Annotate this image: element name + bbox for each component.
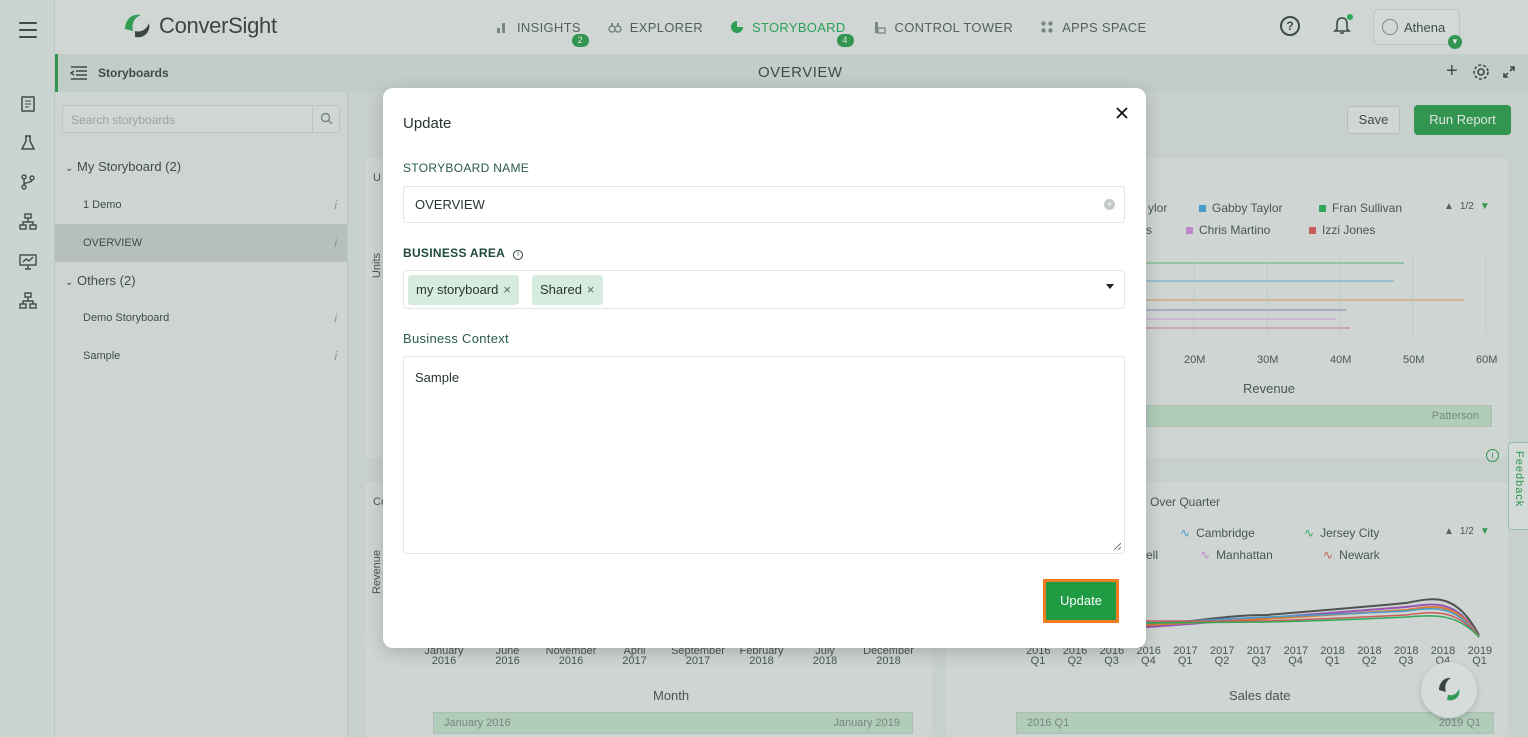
update-storyboard-dialog: Update STORYBOARD NAME OVERVIEW × BUSINE… — [383, 88, 1146, 648]
dropdown-caret-icon[interactable] — [1106, 284, 1114, 289]
resize-handle-icon[interactable] — [1113, 542, 1121, 550]
business-context-textarea[interactable]: Sample — [403, 356, 1125, 554]
close-icon[interactable] — [1114, 105, 1130, 121]
remove-chip-icon[interactable]: × — [503, 275, 511, 305]
update-button[interactable]: Update — [1043, 579, 1119, 623]
chip-my-storyboard[interactable]: my storyboard × — [408, 275, 519, 305]
info-icon[interactable]: i — [513, 250, 524, 260]
storyboard-name-label: STORYBOARD NAME — [403, 161, 530, 175]
chip-shared[interactable]: Shared × — [532, 275, 603, 305]
business-area-select[interactable]: my storyboard × Shared × — [403, 270, 1125, 309]
clear-icon[interactable]: × — [1104, 199, 1115, 210]
business-area-label: BUSINESS AREA i — [403, 246, 524, 260]
business-context-value: Sample — [415, 370, 460, 385]
business-context-label: Business Context — [403, 331, 509, 346]
remove-chip-icon[interactable]: × — [587, 275, 595, 305]
storyboard-name-value: OVERVIEW — [415, 197, 485, 212]
storyboard-name-field[interactable]: OVERVIEW × — [403, 186, 1125, 223]
dialog-title: Update — [403, 115, 452, 132]
